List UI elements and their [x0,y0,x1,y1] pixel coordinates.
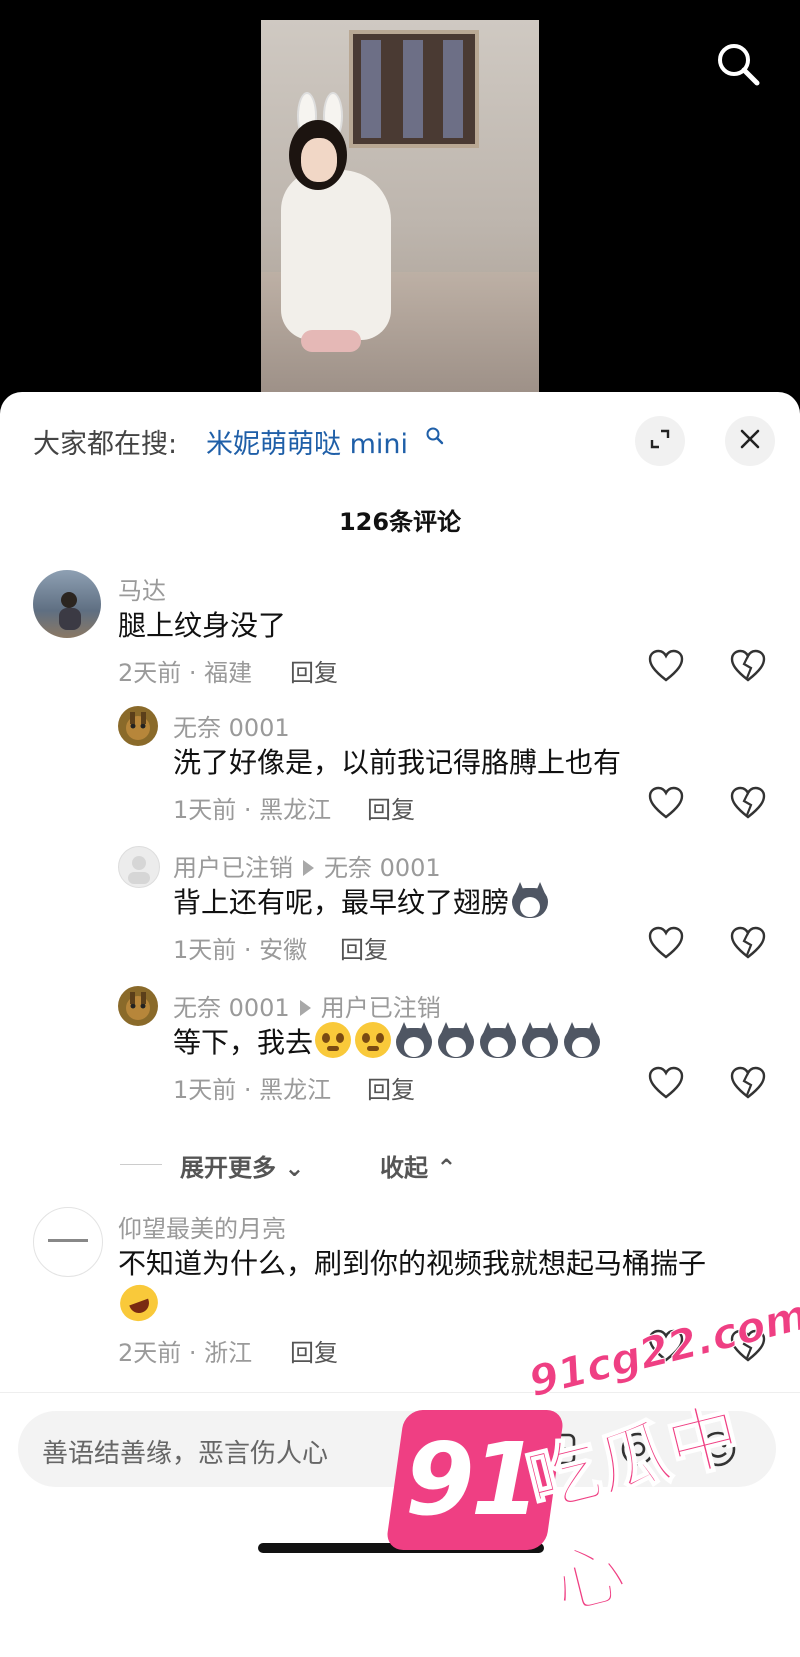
expand-button[interactable] [635,416,685,466]
avatar[interactable] [118,706,158,746]
comment-input-placeholder: 善语结善缘，恶言伤人心 [42,1439,329,1469]
reply-content: 等下，我去 [173,1022,603,1064]
reply-item: 无奈 0001 用户已注销 等下，我去 1天前 · 黑龙江 回复 [0,982,800,1122]
heart-icon[interactable] [648,926,684,960]
heart-icon[interactable] [648,786,684,820]
video-player[interactable] [0,0,800,400]
comment-meta: 2天前 · 浙江 [118,1339,253,1367]
avatar[interactable] [33,570,101,638]
collapse-button[interactable]: 收起 ⌃ [380,1148,456,1183]
avatar[interactable] [118,846,160,888]
comment-meta: 2天前 · 福建 [118,659,253,687]
reply-username[interactable]: 无奈 0001 [173,708,290,743]
search-icon[interactable] [425,426,445,446]
husky-emoji-icon [395,1022,433,1058]
reply-button[interactable]: 回复 [367,790,415,825]
reply-meta: 1天前 · 黑龙江 [173,1076,332,1104]
reply-content: 背上还有呢，最早纹了翅膀 [173,882,551,924]
comment-count-title: 126条评论 [338,508,462,536]
divider [120,1164,162,1165]
pleading-emoji-icon [315,1022,352,1058]
broken-heart-icon[interactable] [730,786,766,820]
husky-emoji-icon [563,1022,601,1058]
reply-item: 用户已注销 无奈 0001 背上还有呢，最早纹了翅膀 1天前 · 安徽 回复 [0,842,800,982]
broken-heart-icon[interactable] [730,1066,766,1100]
sheet-header: 大家都在搜: 米妮萌萌哒 mini [0,392,800,492]
thread-controls: 展开更多 ⌄ 收起 ⌃ [120,1144,720,1184]
husky-emoji-icon [521,1022,559,1058]
comment-username[interactable]: 仰望最美的月亮 [118,1209,286,1244]
expand-icon [648,427,672,455]
search-suggestion-prefix: 大家都在搜: [33,429,178,460]
reply-username[interactable]: 用户已注销 无奈 0001 [173,848,441,883]
heart-icon[interactable] [648,649,684,683]
reply-arrow-icon [299,1000,311,1016]
comment-content: 不知道为什么，刷到你的视频我就想起马桶揣子 [114,1243,718,1327]
husky-emoji-icon [511,882,549,918]
comment-item: 马达 腿上纹身没了 2天前 · 福建 回复 [0,567,800,707]
husky-emoji-icon [437,1022,475,1058]
reply-meta: 1天前 · 黑龙江 [173,796,332,824]
reply-arrow-icon [303,860,314,876]
reply-content: 洗了好像是，以前我记得胳膊上也有 [173,746,622,779]
close-icon [739,428,761,454]
close-button[interactable] [725,416,775,466]
search-suggestion-link[interactable]: 米妮萌萌哒 mini [206,422,408,461]
avatar[interactable] [33,1207,103,1277]
broken-heart-icon[interactable] [730,926,766,960]
heart-icon[interactable] [648,1066,684,1100]
reply-meta: 1天前 · 安徽 [173,936,308,964]
reply-button[interactable]: 回复 [340,930,388,965]
husky-emoji-icon [479,1022,517,1058]
reply-button[interactable]: 回复 [290,1333,338,1368]
video-thumbnail[interactable] [261,20,539,392]
watermark-logo: 91 91cg22.com 吃瓜中心 [385,1289,800,1628]
rofl-emoji-icon [114,1279,164,1327]
broken-heart-icon[interactable] [730,649,766,683]
pleading-emoji-icon [355,1022,392,1058]
expand-more-button[interactable]: 展开更多 ⌄ [180,1148,304,1183]
reply-username[interactable]: 无奈 0001 用户已注销 [173,988,441,1023]
reply-button[interactable]: 回复 [367,1070,415,1105]
search-icon[interactable] [714,40,762,88]
comment-username[interactable]: 马达 [118,571,166,606]
chevron-down-icon: ⌄ [284,1154,305,1182]
reply-item: 无奈 0001 洗了好像是，以前我记得胳膊上也有 1天前 · 黑龙江 回复 [0,702,800,842]
avatar[interactable] [118,986,158,1026]
chevron-up-icon: ⌃ [436,1154,457,1182]
comment-content: 腿上纹身没了 [118,609,287,642]
reply-button[interactable]: 回复 [290,653,338,688]
